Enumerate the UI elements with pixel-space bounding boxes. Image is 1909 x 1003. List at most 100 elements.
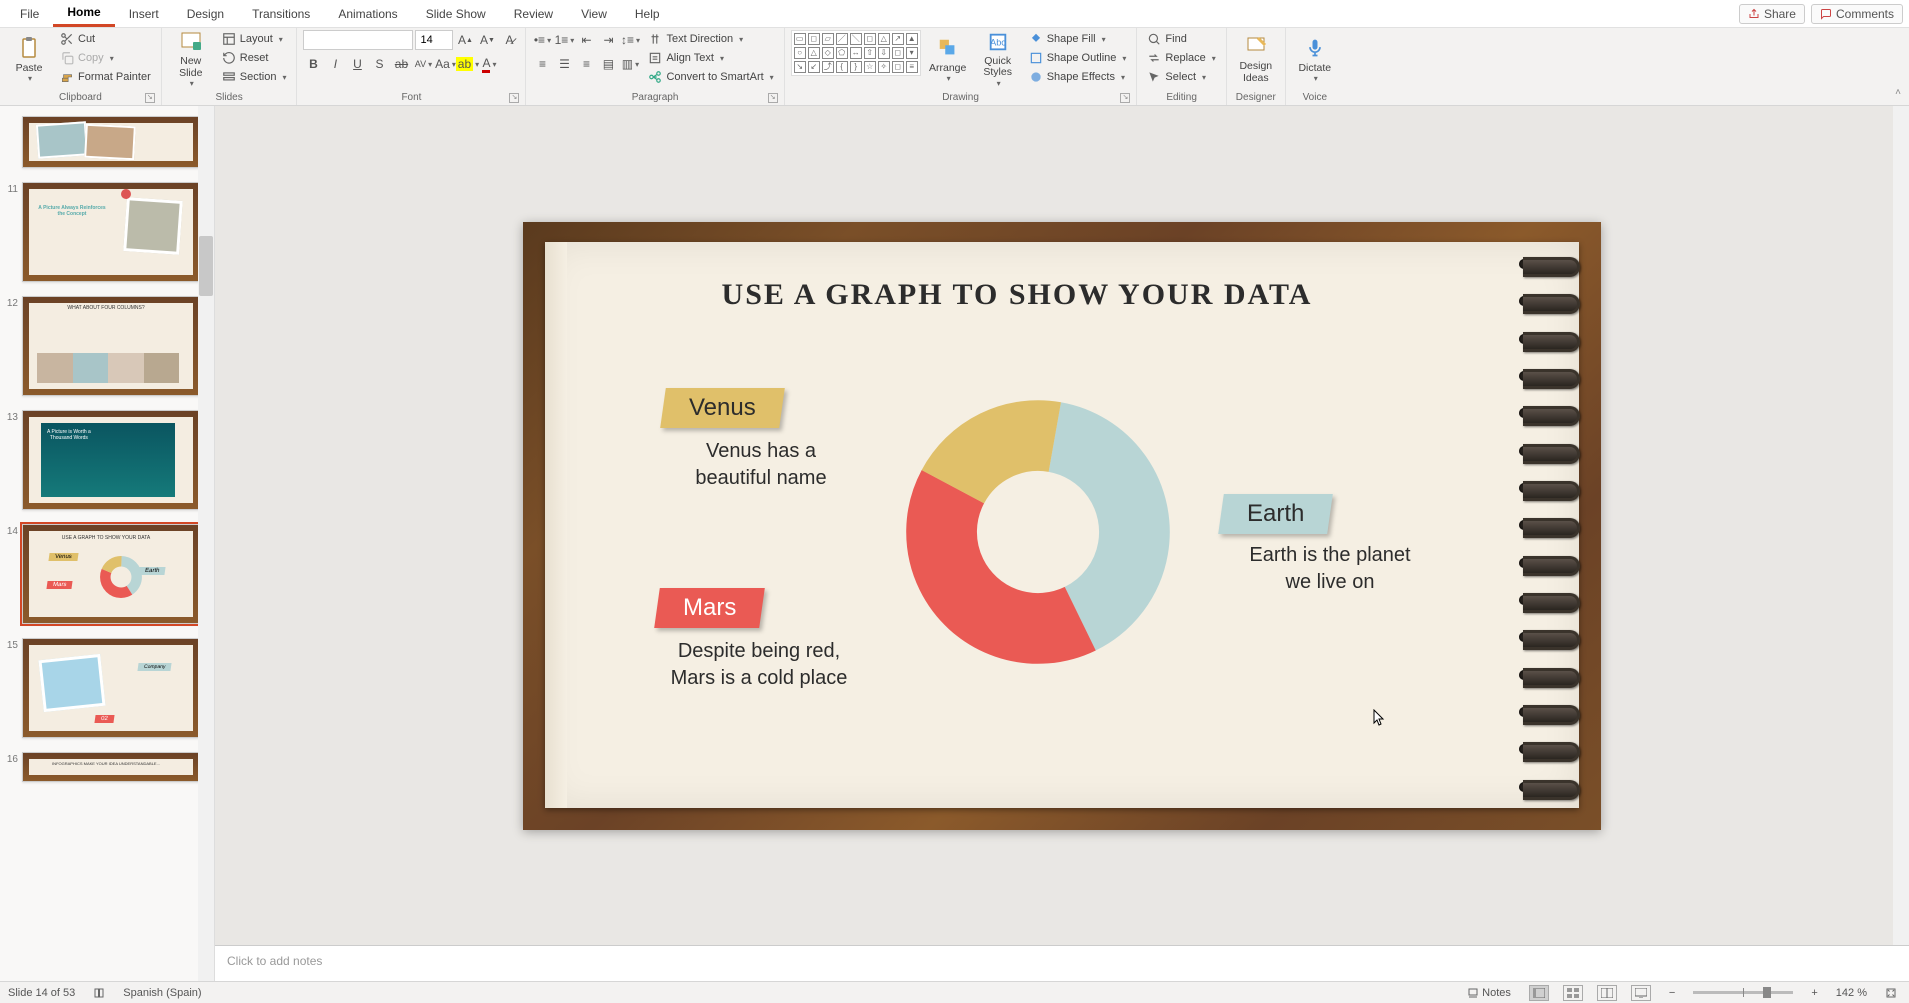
section-button[interactable]: Section xyxy=(218,68,291,86)
change-case-button[interactable]: Aa xyxy=(435,54,455,74)
editor-scrollbar[interactable] xyxy=(1893,106,1909,945)
bold-button[interactable]: B xyxy=(303,54,323,74)
smartart-button[interactable]: Convert to SmartArt xyxy=(644,68,777,86)
thumbnail-slide[interactable]: A Picture is Worth aThousand Words xyxy=(22,410,200,510)
tab-insert[interactable]: Insert xyxy=(115,2,173,26)
tab-review[interactable]: Review xyxy=(500,2,567,26)
zoom-level[interactable]: 142 % xyxy=(1836,987,1867,999)
thumbnail-slide[interactable]: WHAT ABOUT FOUR COLUMNS? xyxy=(22,296,200,396)
dictate-button[interactable]: Dictate xyxy=(1292,30,1338,88)
thumbnail-slide[interactable]: Company 02 xyxy=(22,638,200,738)
strike-button[interactable]: ab xyxy=(391,54,411,74)
fit-to-window-button[interactable] xyxy=(1881,987,1901,999)
shape-fill-button[interactable]: Shape Fill xyxy=(1025,30,1131,48)
font-size-input[interactable] xyxy=(415,30,453,50)
select-button[interactable]: Select xyxy=(1143,68,1219,86)
increase-font-button[interactable]: A▲ xyxy=(455,30,475,50)
bullets-button[interactable]: •≡ xyxy=(532,30,552,50)
align-left-button[interactable]: ≡ xyxy=(532,54,552,74)
font-dialog-launcher[interactable]: ↘ xyxy=(509,93,519,103)
tab-slideshow[interactable]: Slide Show xyxy=(412,2,500,26)
thumbnail-slide[interactable]: INFOGRAPHICS MAKE YOUR IDEA UNDERSTANDAB… xyxy=(22,752,200,782)
venus-description[interactable]: Venus has a beautiful name xyxy=(651,438,871,492)
section-icon xyxy=(222,70,236,84)
clear-formatting-button[interactable]: A̷ xyxy=(499,30,519,50)
thumbs-scrollbar[interactable] xyxy=(198,106,214,981)
spellcheck-button[interactable] xyxy=(89,987,109,999)
tab-design[interactable]: Design xyxy=(173,2,238,26)
notes-icon xyxy=(1467,987,1479,999)
underline-button[interactable]: U xyxy=(347,54,367,74)
text-direction-button[interactable]: Text Direction xyxy=(644,30,777,48)
tab-home[interactable]: Home xyxy=(53,0,114,27)
justify-button[interactable]: ▤ xyxy=(598,54,618,74)
paste-button[interactable]: Paste xyxy=(6,30,52,88)
tab-animations[interactable]: Animations xyxy=(324,2,411,26)
align-right-button[interactable]: ≡ xyxy=(576,54,596,74)
zoom-out-button[interactable]: − xyxy=(1665,987,1679,999)
tab-transitions[interactable]: Transitions xyxy=(238,2,324,26)
quick-styles-button[interactable]: Abc Quick Styles xyxy=(975,30,1021,88)
replace-button[interactable]: Replace xyxy=(1143,49,1219,67)
columns-button[interactable]: ▥ xyxy=(620,54,640,74)
zoom-slider[interactable] xyxy=(1693,991,1793,994)
font-name-input[interactable] xyxy=(303,30,413,50)
decrease-font-button[interactable]: A▼ xyxy=(477,30,497,50)
align-center-button[interactable]: ☰ xyxy=(554,54,574,74)
share-button[interactable]: Share xyxy=(1739,4,1805,24)
layout-button[interactable]: Layout xyxy=(218,30,291,48)
char-spacing-button[interactable]: AV xyxy=(413,54,433,74)
italic-button[interactable]: I xyxy=(325,54,345,74)
zoom-in-button[interactable]: + xyxy=(1807,987,1821,999)
new-slide-button[interactable]: New Slide xyxy=(168,30,214,88)
shape-outline-button[interactable]: Shape Outline xyxy=(1025,49,1131,67)
shapes-gallery[interactable]: ▭◻▱／＼◻△↗▲ ○△◇⬠↔⇧⇩◻▾ ↘↙⤴{}☆✧◻≡ xyxy=(791,30,921,76)
shadow-button[interactable]: S xyxy=(369,54,389,74)
slide-title[interactable]: USE A GRAPH TO SHOW YOUR DATA xyxy=(523,278,1511,312)
comments-button[interactable]: Comments xyxy=(1811,4,1903,24)
align-text-button[interactable]: Align Text xyxy=(644,49,777,67)
copy-button[interactable]: Copy xyxy=(56,49,155,67)
arrange-button[interactable]: Arrange xyxy=(925,30,971,88)
slideshow-view-button[interactable] xyxy=(1631,985,1651,1001)
notes-toggle[interactable]: Notes xyxy=(1463,987,1515,999)
design-ideas-button[interactable]: Design Ideas xyxy=(1233,30,1279,88)
thumbnail-pane[interactable]: 11 A Picture Always Reinforces the Conce… xyxy=(0,106,215,981)
slide-canvas[interactable]: USE A GRAPH TO SHOW YOUR DATA Venus xyxy=(523,222,1601,830)
reset-button[interactable]: Reset xyxy=(218,49,291,67)
earth-tape-label[interactable]: Earth xyxy=(1218,494,1333,534)
cut-button[interactable]: Cut xyxy=(56,30,155,48)
collapse-ribbon-button[interactable]: ˄ xyxy=(1891,87,1905,101)
find-button[interactable]: Find xyxy=(1143,30,1219,48)
mars-description[interactable]: Despite being red, Mars is a cold place xyxy=(629,638,889,692)
highlight-button[interactable]: ab xyxy=(457,54,477,74)
language-status[interactable]: Spanish (Spain) xyxy=(123,987,201,999)
sorter-view-button[interactable] xyxy=(1563,985,1583,1001)
thumbnail-slide[interactable] xyxy=(22,116,200,168)
notes-pane[interactable]: Click to add notes xyxy=(215,945,1909,981)
thumbnail-slide[interactable]: A Picture Always Reinforces the Concept xyxy=(22,182,200,282)
normal-view-button[interactable] xyxy=(1529,985,1549,1001)
zoom-handle[interactable] xyxy=(1763,987,1771,998)
mars-tape-label[interactable]: Mars xyxy=(654,588,765,628)
format-painter-button[interactable]: Format Painter xyxy=(56,68,155,86)
decrease-indent-button[interactable]: ⇤ xyxy=(576,30,596,50)
thumbnail-slide-current[interactable]: USE A GRAPH TO SHOW YOUR DATA Venus Mars… xyxy=(22,524,200,624)
font-color-button[interactable]: A xyxy=(479,54,499,74)
clipboard-dialog-launcher[interactable]: ↘ xyxy=(145,93,155,103)
line-spacing-button[interactable]: ↕≡ xyxy=(620,30,640,50)
reading-view-icon xyxy=(1601,988,1613,998)
venus-tape-label[interactable]: Venus xyxy=(660,388,784,428)
shape-effects-button[interactable]: Shape Effects xyxy=(1025,68,1131,86)
tab-help[interactable]: Help xyxy=(621,2,674,26)
drawing-dialog-launcher[interactable]: ↘ xyxy=(1120,93,1130,103)
paragraph-dialog-launcher[interactable]: ↘ xyxy=(768,93,778,103)
tab-view[interactable]: View xyxy=(567,2,621,26)
earth-description[interactable]: Earth is the planet we live on xyxy=(1215,542,1445,596)
tab-file[interactable]: File xyxy=(6,2,53,26)
thumbs-scroll-handle[interactable] xyxy=(199,236,213,296)
increase-indent-button[interactable]: ⇥ xyxy=(598,30,618,50)
donut-chart[interactable] xyxy=(903,397,1173,667)
reading-view-button[interactable] xyxy=(1597,985,1617,1001)
numbering-button[interactable]: 1≡ xyxy=(554,30,574,50)
